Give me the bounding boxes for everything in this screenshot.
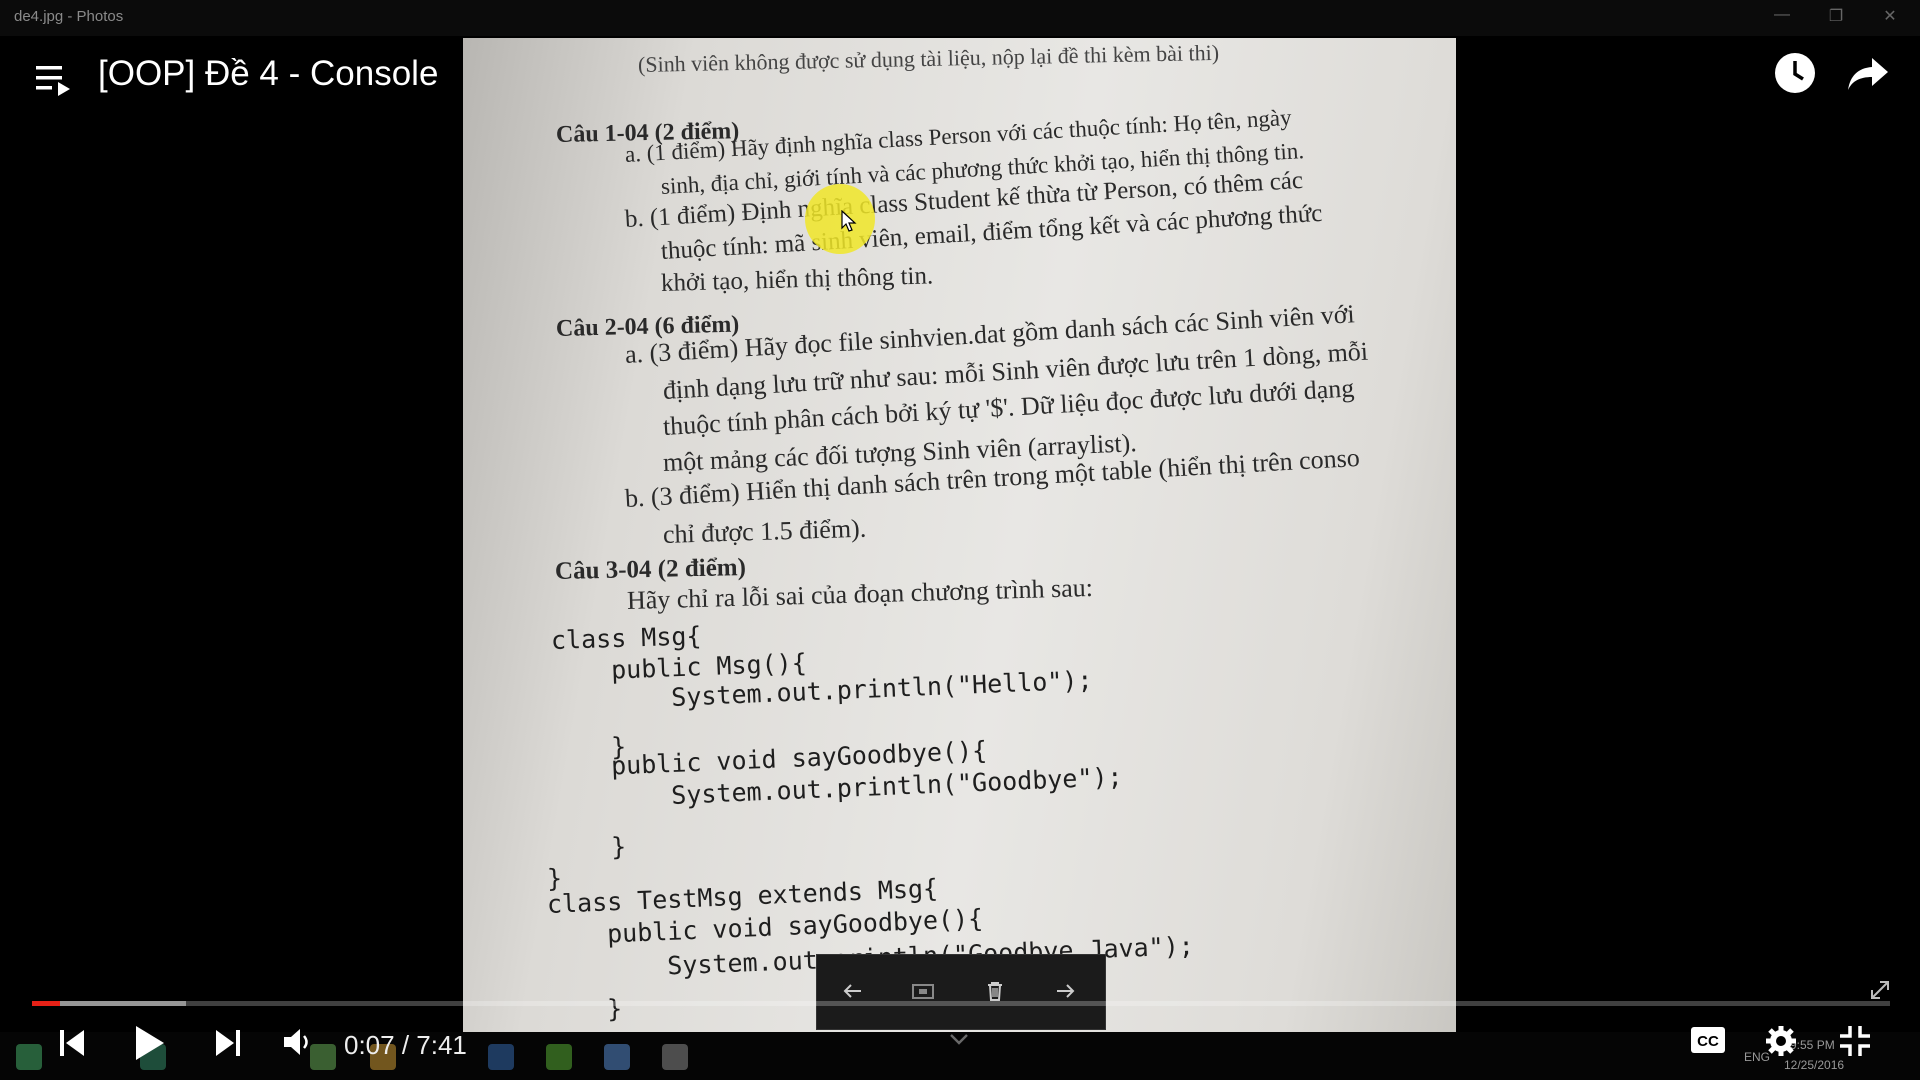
mouse-pointer-icon [841,210,857,232]
skip-next-icon[interactable] [214,1028,242,1058]
restore-button[interactable]: ❐ [1824,6,1848,26]
share-icon[interactable] [1846,54,1890,94]
cursor-highlight [805,184,875,254]
exit-fullscreen-icon[interactable] [1838,1024,1872,1058]
svg-text:CC: CC [1697,1033,1719,1050]
volume-icon[interactable] [282,1026,312,1058]
minimize-button[interactable]: — [1770,6,1794,24]
clock-icon[interactable] [1774,52,1816,94]
video-progress-bar[interactable] [32,1001,1890,1006]
arrow-right-icon[interactable] [1043,969,1087,1013]
skip-previous-icon[interactable] [58,1028,86,1058]
playlist-icon[interactable] [36,62,76,98]
slideshow-icon[interactable] [901,969,945,1013]
code-line: } [550,831,627,863]
gear-icon[interactable] [1764,1024,1798,1058]
code-line: class Msg{ [550,621,702,655]
video-control-bar: CC [0,1010,1920,1080]
progress-played [32,1001,60,1006]
video-title[interactable]: [OOP] Đề 4 - Console [98,54,438,94]
q3-title: Câu 3-04 (2 điểm) [554,554,747,585]
exam-paper: (Sinh viên không được sử dụng tài liệu, … [463,38,1456,1032]
arrow-left-icon[interactable] [831,969,875,1013]
expand-icon[interactable] [1868,978,1892,1002]
photo-viewport: (Sinh viên không được sử dụng tài liệu, … [0,36,1920,1032]
photos-window-title: de4.jpg - Photos [14,8,124,25]
cc-icon[interactable]: CC [1690,1026,1726,1054]
time-display: 0:07 / 7:41 [344,1030,467,1060]
q1b-line3: khởi tạo, hiển thị thông tin. [660,262,934,297]
close-button[interactable]: ✕ [1878,6,1902,26]
video-top-bar: [OOP] Đề 4 - Console [0,28,1920,104]
play-icon[interactable] [134,1024,166,1062]
trash-icon[interactable] [973,969,1017,1013]
q2b-line2: chỉ được 1.5 điểm). [662,513,867,549]
